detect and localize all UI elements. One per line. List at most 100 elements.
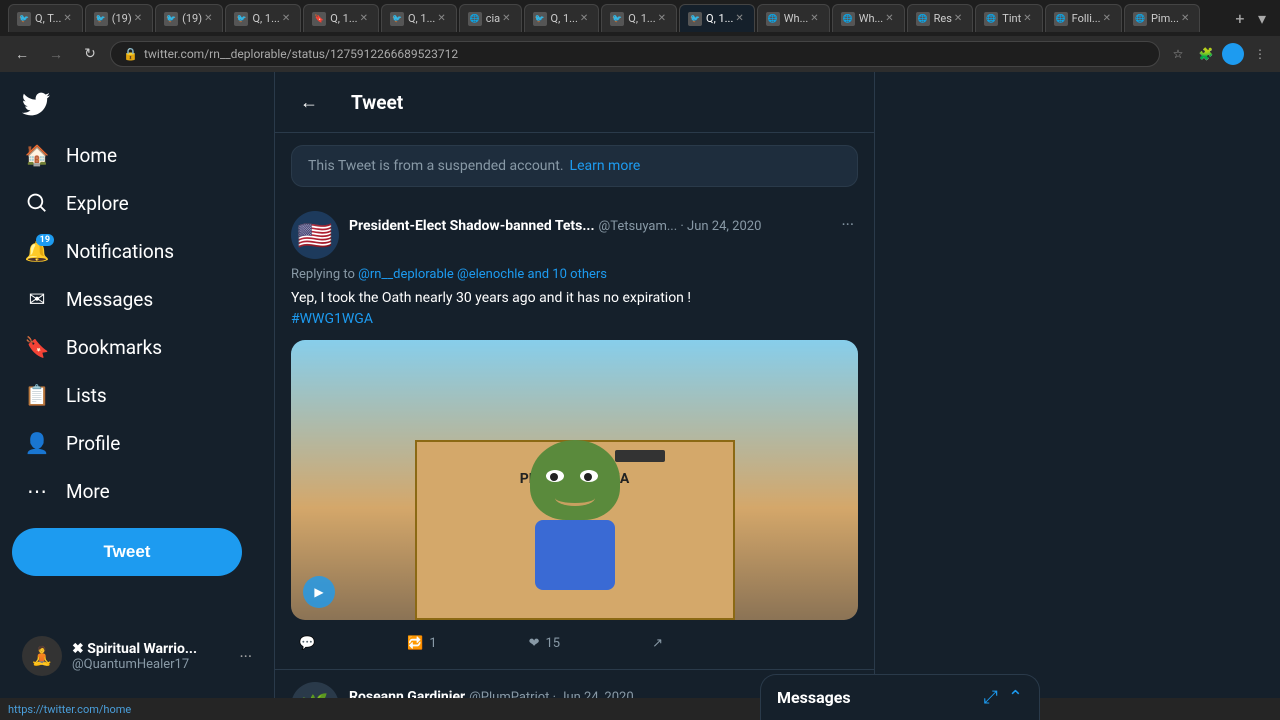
messages-panel-title: Messages [777,688,974,707]
browser-tab-5[interactable]: 🔖Q, 1...✕ [303,4,379,32]
user-info: ✖ Spiritual Warrio... @QuantumHealer17 [72,641,229,672]
sidebar-item-lists[interactable]: 📋Lists [12,372,262,418]
browser-tab-2[interactable]: 🐦(19)✕ [85,4,153,32]
new-tab-button[interactable]: + [1228,6,1252,30]
tab-close-button[interactable]: ✕ [808,13,820,24]
pepe-eye-right [580,470,598,482]
browser-tab-6[interactable]: 🐦Q, 1...✕ [381,4,457,32]
browser-tab-4[interactable]: 🐦Q, 1...✕ [225,4,301,32]
sidebar-item-profile[interactable]: 👤Profile [12,420,262,466]
tab-label: (19) [182,12,202,25]
tab-favicon: 🐦 [164,12,178,26]
tweet-meta: President-Elect Shadow-banned Tets... @T… [349,211,858,238]
tweet-avatar[interactable]: 🇺🇸 [291,211,339,259]
bookmark-button[interactable]: ☆ [1166,42,1190,66]
tab-close-button[interactable]: ✕ [733,13,745,24]
tab-label: Tint [1002,12,1021,25]
suspended-text: This Tweet is from a suspended account. [308,158,564,174]
browser-tab-16[interactable]: 🌐Pim...✕ [1124,4,1200,32]
twitter-logo[interactable] [12,80,60,128]
nav-icon-explore [24,190,50,216]
play-button[interactable]: ▶ [303,576,335,608]
pepe-mouth [555,490,595,506]
browser-tab-9[interactable]: 🐦Q, 1...✕ [601,4,677,32]
menu-button[interactable]: ⋮ [1248,42,1272,66]
back-button[interactable]: ← [291,84,327,120]
profile-icon: 👤 [25,431,50,455]
browser-tab-10[interactable]: 🐦Q, 1...✕ [679,4,755,32]
tab-favicon: 🌐 [1133,12,1147,26]
messages-close-button[interactable]: ⌃ [1008,687,1023,708]
sidebar-user[interactable]: 🧘 ✖ Spiritual Warrio... @QuantumHealer17… [12,626,262,686]
back-button[interactable]: ← [8,40,36,68]
tab-label: Q, 1... [330,12,357,25]
sidebar-item-more[interactable]: ⋯More [12,468,262,514]
tab-close-button[interactable]: ✕ [1021,13,1033,24]
browser-tab-1[interactable]: 🐦Q, T...✕ [8,4,83,32]
forward-button[interactable]: → [42,40,70,68]
tab-favicon: 🐦 [17,12,31,26]
reply-to-handles[interactable]: @rn__deplorable @elenochle and 10 others [358,267,607,282]
browser-tab-13[interactable]: 🌐Res✕ [907,4,974,32]
tweet-header: 🇺🇸 President-Elect Shadow-banned Tets...… [291,211,858,259]
browser-tab-15[interactable]: 🌐Folli...✕ [1045,4,1122,32]
tab-close-button[interactable]: ✕ [883,13,895,24]
tab-list-button[interactable]: ▾ [1252,9,1272,28]
tweet-author-name: President-Elect Shadow-banned Tets... [349,218,595,234]
tab-close-button[interactable]: ✕ [1179,13,1191,24]
tab-close-button[interactable]: ✕ [1101,13,1113,24]
sidebar-item-messages[interactable]: ✉Messages [12,276,262,322]
tab-close-button[interactable]: ✕ [61,13,73,24]
tab-favicon: 🐦 [390,12,404,26]
retweet-count: 1 [429,636,436,651]
tweet-actions: 💬 🔁 1 ❤ 15 ↗ [291,630,671,657]
tab-close-button[interactable]: ✕ [280,13,292,24]
share-button[interactable]: ↗ [644,630,671,657]
tweet-hashtag[interactable]: #WWG1WGA [291,311,373,327]
tweet-name-row: President-Elect Shadow-banned Tets... @T… [349,211,858,238]
browser-chrome: 🐦Q, T...✕🐦(19)✕🐦(19)✕🐦Q, 1...✕🔖Q, 1...✕🐦… [0,0,1280,72]
browser-tab-3[interactable]: 🐦 (19)✕ [155,4,223,32]
twitter-bird-icon [22,90,50,118]
tab-close-button[interactable]: ✕ [132,13,144,24]
learn-more-link[interactable]: Learn more [570,158,641,174]
tab-close-button[interactable]: ✕ [435,13,447,24]
tweet-card: 🇺🇸 President-Elect Shadow-banned Tets...… [275,199,874,670]
tweet-image[interactable]: 11946 PEPE'S NY PIZZA [291,340,858,620]
like-button[interactable]: ❤ 15 [521,630,569,657]
browser-tab-12[interactable]: 🌐Wh...✕ [832,4,905,32]
page-header: ← Tweet [275,72,874,133]
tab-close-button[interactable]: ✕ [500,13,512,24]
tab-close-button[interactable]: ✕ [578,13,590,24]
reply-button[interactable]: 💬 [291,630,323,657]
address-bar[interactable]: 🔒 twitter.com/rn__deplorable/status/1275… [110,41,1160,67]
tab-label: Q, 1... [252,12,279,25]
sidebar-item-bookmarks[interactable]: 🔖Bookmarks [12,324,262,370]
profile-button[interactable] [1222,43,1244,65]
pepe-head [530,440,620,520]
browser-tab-11[interactable]: 🌐Wh...✕ [757,4,830,32]
messages-panel[interactable]: Messages ⤢ ⌃ [760,674,1040,720]
tab-close-button[interactable]: ✕ [358,13,370,24]
tab-close-button[interactable]: ✕ [952,13,964,24]
bookmarks-icon: 🔖 [25,335,50,359]
messages-expand-button[interactable]: ⤢ [984,687,998,708]
sidebar-item-home[interactable]: 🏠Home [12,132,262,178]
tweet-avatar-2[interactable]: 🌿 [291,682,339,698]
tab-favicon: 🌐 [916,12,930,26]
sidebar-item-notifications[interactable]: 🔔19Notifications [12,228,262,274]
tweet-button[interactable]: Tweet [12,528,242,576]
sidebar-item-explore[interactable]: Explore [12,180,262,226]
tweet-more-button[interactable]: ··· [837,211,858,238]
retweet-button[interactable]: 🔁 1 [399,630,445,657]
extensions-button[interactable]: 🧩 [1194,42,1218,66]
reload-button[interactable]: ↻ [76,40,104,68]
browser-tab-7[interactable]: 🌐cia✕ [459,4,522,32]
heart-icon: ❤ [529,636,540,651]
tab-close-button[interactable]: ✕ [202,13,214,24]
browser-tab-8[interactable]: 🐦Q, 1...✕ [524,4,600,32]
browser-tab-14[interactable]: 🌐Tint✕ [975,4,1042,32]
status-bar: https://twitter.com/home [0,698,1280,720]
tab-close-button[interactable]: ✕ [656,13,668,24]
notification-badge: 19 [36,234,54,246]
